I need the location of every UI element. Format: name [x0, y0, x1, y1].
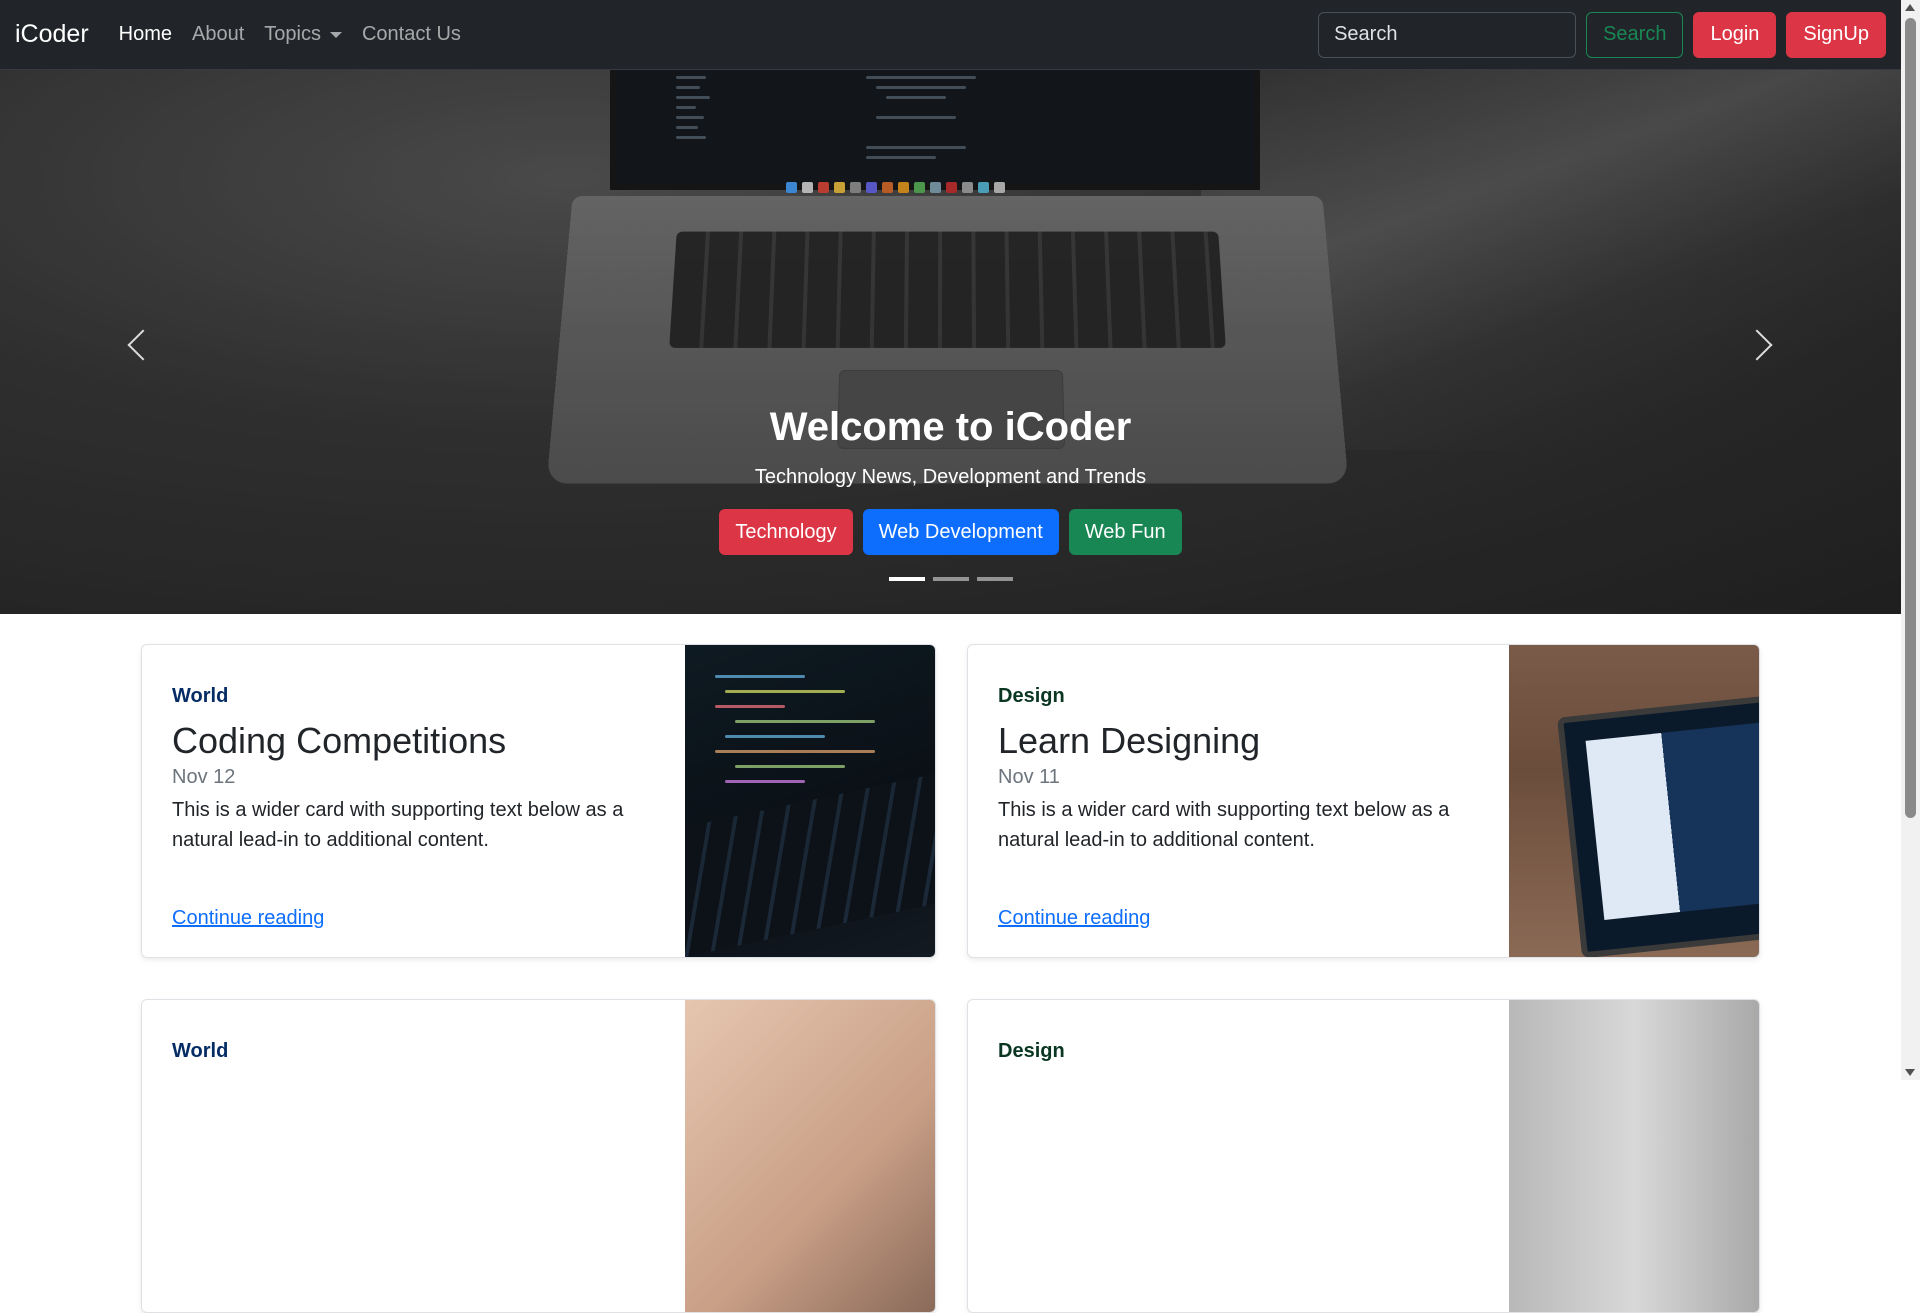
post-card: Design: [967, 999, 1760, 1313]
carousel-next-button[interactable]: [1727, 315, 1787, 375]
post-date: Nov 11: [998, 766, 1060, 788]
carousel-indicator-3[interactable]: [976, 577, 1013, 581]
continue-reading-link[interactable]: Continue reading: [998, 907, 1150, 930]
post-excerpt: This is a wider card with supporting tex…: [172, 799, 624, 851]
carousel-indicator-2[interactable]: [932, 577, 969, 581]
nav-about[interactable]: About: [192, 23, 244, 46]
post-thumbnail: [1509, 645, 1759, 957]
signup-button[interactable]: SignUp: [1786, 11, 1886, 58]
scroll-up-icon[interactable]: [1905, 4, 1915, 11]
post-card-body: Design Learn Designing Nov 11 This is a …: [998, 675, 1489, 855]
post-thumbnail: [685, 645, 935, 957]
chevron-right-icon: [1741, 329, 1773, 361]
nav-topics-label: Topics: [264, 23, 321, 45]
login-button[interactable]: Login: [1693, 11, 1777, 58]
post-card-body: World: [172, 1030, 665, 1063]
caret-down-icon: [329, 31, 342, 38]
nav-links: Home About Topics Contact Us: [119, 23, 461, 46]
nav-topics-dropdown[interactable]: Topics: [264, 23, 342, 46]
nav-contact[interactable]: Contact Us: [362, 23, 461, 46]
scroll-down-icon[interactable]: [1905, 1069, 1915, 1076]
post-card: World Coding Competitions Nov 12 This is…: [141, 644, 936, 958]
nav-home[interactable]: Home: [119, 23, 172, 46]
keyboard-image: [685, 773, 935, 957]
post-thumbnail: [685, 1000, 935, 1312]
post-card-body: Design: [998, 1030, 1489, 1063]
search-button[interactable]: Search: [1586, 11, 1684, 58]
post-title: Coding Competitions: [172, 720, 507, 761]
laptop-image: [1556, 693, 1759, 957]
post-card: Design Learn Designing Nov 11 This is a …: [967, 644, 1760, 958]
carousel-prev-button[interactable]: [113, 315, 173, 375]
post-excerpt: This is a wider card with supporting tex…: [998, 799, 1450, 851]
carousel-caption: Welcome to iCoder Technology News, Devel…: [0, 405, 1901, 555]
hero-tags: Technology Web Development Web Fun: [0, 509, 1901, 555]
tag-web-development-button[interactable]: Web Development: [862, 509, 1059, 555]
carousel-indicators: [0, 577, 1901, 581]
post-card: World: [141, 999, 936, 1313]
page-scrollbar[interactable]: [1901, 0, 1920, 1080]
continue-reading-link[interactable]: Continue reading: [172, 907, 324, 930]
post-thumbnail: [1509, 1000, 1759, 1312]
brand-logo[interactable]: iCoder: [15, 20, 89, 49]
chevron-left-icon: [127, 329, 159, 361]
hero-carousel: Welcome to iCoder Technology News, Devel…: [0, 70, 1901, 614]
carousel-indicator-1[interactable]: [888, 577, 925, 581]
search-input[interactable]: [1318, 11, 1577, 58]
tag-web-fun-button[interactable]: Web Fun: [1068, 509, 1182, 555]
tag-technology-button[interactable]: Technology: [719, 509, 853, 555]
nav-actions: Search Login SignUp: [1318, 11, 1886, 58]
post-category: World: [172, 1040, 229, 1062]
post-date: Nov 12: [172, 766, 236, 788]
scroll-thumb[interactable]: [1905, 18, 1916, 818]
post-category: Design: [998, 685, 1065, 707]
hero-subtitle: Technology News, Development and Trends: [754, 466, 1147, 488]
post-card-body: World Coding Competitions Nov 12 This is…: [172, 675, 665, 855]
navbar: iCoder Home About Topics Contact Us Sear…: [0, 0, 1901, 70]
post-category: Design: [998, 1040, 1065, 1062]
post-title: Learn Designing: [998, 720, 1261, 761]
hero-title: Welcome to iCoder: [769, 405, 1132, 449]
post-category: World: [172, 685, 229, 707]
